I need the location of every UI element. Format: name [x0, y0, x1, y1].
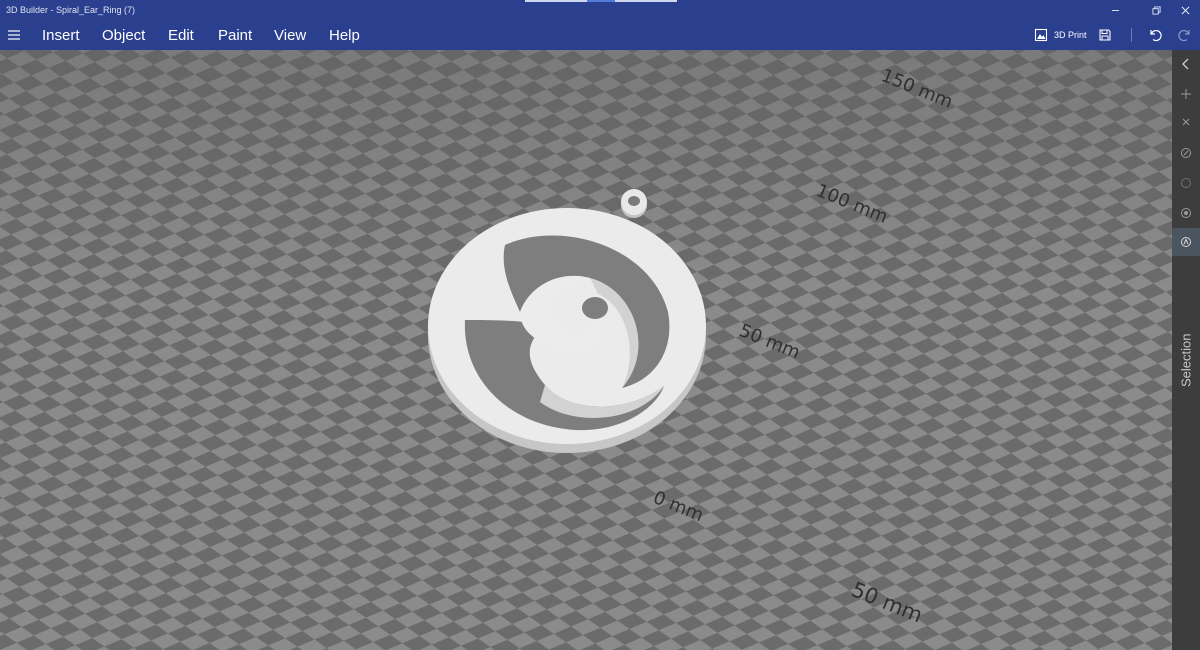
minimize-button[interactable] — [1098, 0, 1132, 20]
redo-icon — [1178, 30, 1190, 42]
menu-object[interactable]: Object — [102, 27, 145, 44]
drop-tool-button[interactable] — [1172, 199, 1200, 227]
3d-print-icon — [1034, 28, 1048, 42]
save-button[interactable] — [1098, 25, 1112, 45]
3d-print-label: 3D Print — [1054, 30, 1087, 40]
menu-view[interactable]: View — [274, 27, 306, 44]
3d-viewport[interactable]: 150 mm 100 mm 50 mm 0 mm 50 mm — [0, 50, 1172, 650]
tab-indicator — [525, 0, 677, 2]
move-icon — [1181, 89, 1191, 99]
title-bar: 3D Builder - Spiral_Ear_Ring (7) — [0, 0, 1200, 20]
drop-icon — [1181, 208, 1191, 218]
selection-panel-label[interactable]: Selection — [1176, 320, 1196, 400]
undo-button[interactable] — [1148, 25, 1162, 45]
circle-tool-button[interactable] — [1172, 169, 1200, 197]
menu-help[interactable]: Help — [329, 27, 360, 44]
menu-insert[interactable]: Insert — [42, 27, 80, 44]
circle-icon — [1181, 178, 1191, 188]
close-icon — [1181, 6, 1189, 14]
restore-icon — [1151, 5, 1161, 15]
restore-button[interactable] — [1139, 0, 1173, 20]
save-icon — [1099, 29, 1111, 41]
toolbar-separator — [1131, 28, 1132, 42]
minimize-icon — [1111, 9, 1119, 11]
selection-mode-button[interactable] — [1172, 228, 1200, 256]
move-tool-button[interactable] — [1172, 80, 1200, 108]
selection-mode-icon — [1181, 237, 1191, 247]
rotate-tool-button[interactable] — [1172, 108, 1200, 136]
hamburger-menu-icon[interactable] — [8, 29, 20, 41]
undo-icon — [1150, 30, 1162, 42]
scale-icon — [1181, 148, 1191, 158]
collapse-panel-button[interactable] — [1172, 50, 1200, 78]
3d-print-button[interactable]: 3D Print — [1034, 25, 1087, 45]
menu-paint[interactable]: Paint — [218, 27, 252, 44]
redo-button[interactable] — [1178, 25, 1192, 45]
collapse-icon — [1182, 58, 1189, 70]
close-button[interactable] — [1170, 0, 1200, 20]
menu-bar: Insert Object Edit Paint View Help 3D Pr… — [0, 20, 1200, 50]
window-title: 3D Builder - Spiral_Ear_Ring (7) — [6, 5, 136, 15]
scale-tool-button[interactable] — [1172, 139, 1200, 167]
build-plate-canvas[interactable]: 150 mm 100 mm 50 mm 0 mm 50 mm — [0, 50, 1172, 650]
rotate-icon — [1182, 118, 1190, 126]
menu-edit[interactable]: Edit — [168, 27, 194, 44]
right-tool-panel: Selection — [1172, 50, 1200, 650]
